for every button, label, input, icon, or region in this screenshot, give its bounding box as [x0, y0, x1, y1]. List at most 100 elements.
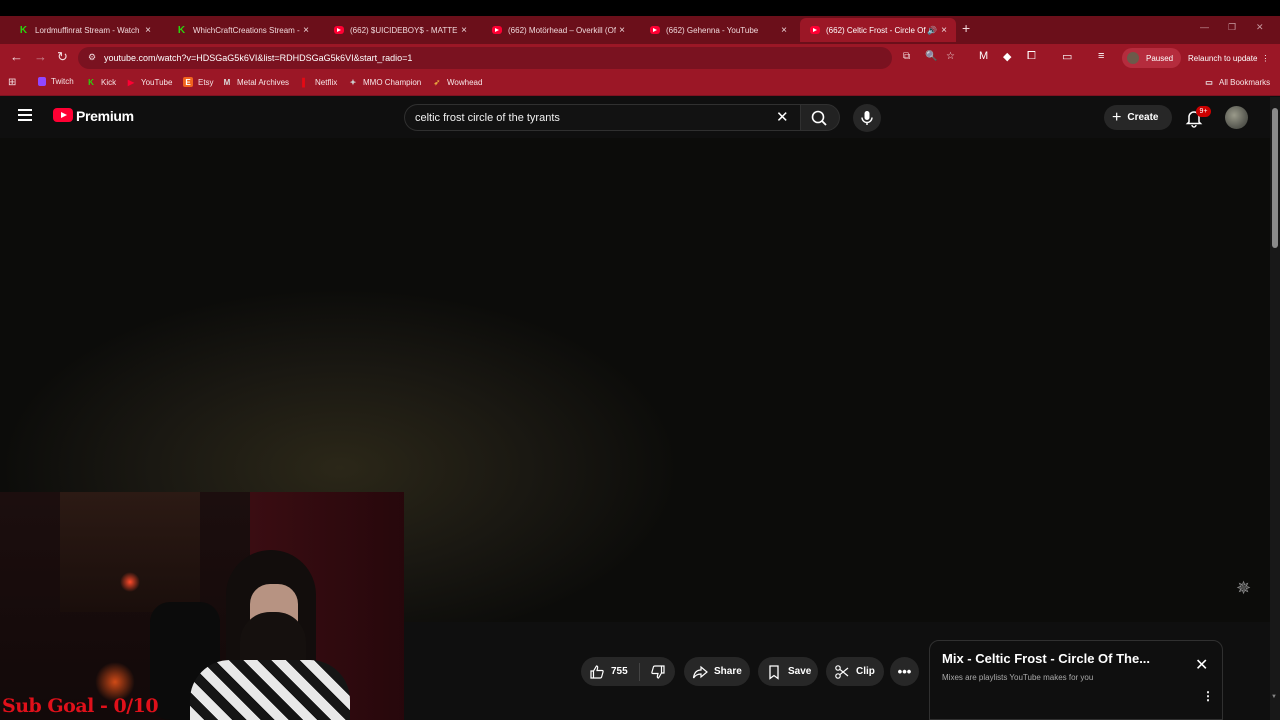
bookmark-etsy[interactable]: E Etsy [183, 77, 214, 87]
youtube-icon [650, 26, 660, 34]
scrollbar-thumb[interactable] [1272, 108, 1278, 248]
wowhead-icon: ➶ [433, 77, 441, 87]
youtube-icon [810, 26, 820, 34]
browser-tab[interactable]: (662) Gehenna - YouTube × [640, 18, 796, 42]
clip-label: Clip [856, 666, 875, 677]
speaker-icon[interactable]: 🔊 [926, 26, 938, 35]
browser-tab[interactable]: (662) $UICIDEBOY$ - MATTE BL × [324, 18, 476, 42]
background-shelf [60, 492, 200, 612]
youtube-logo-icon[interactable] [53, 108, 73, 122]
mix-title[interactable]: Mix - Celtic Frost - Circle Of The... [942, 651, 1150, 666]
metal-archives-icon: M [223, 77, 231, 87]
profile-button[interactable]: Paused [1122, 48, 1182, 68]
mix-more-icon[interactable]: ⋮ [1202, 689, 1214, 703]
new-tab-icon[interactable]: + [962, 20, 970, 36]
clip-button[interactable]: Clip [826, 657, 884, 686]
address-bar[interactable]: ⚙ youtube.com/watch?v=HDSGaG5k6VI&list=R… [78, 47, 892, 69]
relaunch-button[interactable]: Relaunch to update ⋮ [1182, 48, 1275, 68]
bookmark-twitch[interactable]: Twitch [38, 77, 74, 86]
minimize-icon[interactable]: — [1200, 22, 1209, 32]
search-input[interactable]: celtic frost circle of the tyrants [404, 104, 800, 131]
tab-title: (662) Gehenna - YouTube [666, 25, 759, 35]
bookmark-netflix[interactable]: ▌ Netflix [300, 77, 337, 87]
search-button[interactable] [800, 104, 840, 131]
menu-hamburger-icon[interactable] [18, 109, 32, 121]
install-app-icon[interactable]: ⧉ [903, 51, 910, 62]
all-bookmarks-button[interactable]: ▭ All Bookmarks [1204, 77, 1270, 87]
reload-icon[interactable]: ↻ [57, 49, 68, 65]
netflix-icon: ▌ [302, 77, 308, 87]
bookmark-youtube[interactable]: ▶ YouTube [126, 77, 173, 87]
zoom-icon[interactable]: 🔍 [925, 51, 937, 62]
bookmark-wowhead[interactable]: ➶ Wowhead [432, 77, 483, 87]
mix-subtitle: Mixes are playlists YouTube makes for yo… [942, 673, 1094, 682]
bookmark-kick[interactable]: K Kick [86, 77, 116, 87]
tab-title: (662) Motörhead – Overkill (Off [508, 25, 616, 35]
bookmark-icon [769, 664, 779, 680]
close-window-icon[interactable]: ✕ [1256, 22, 1264, 33]
close-tab-icon[interactable]: × [616, 25, 628, 36]
maximize-icon[interactable]: ❐ [1228, 22, 1236, 33]
scroll-down-icon[interactable]: ▼ [1271, 694, 1277, 700]
close-tab-icon[interactable]: × [300, 25, 312, 36]
bookmark-star-icon[interactable]: ☆ [946, 51, 955, 62]
create-label: Create [1127, 112, 1159, 123]
back-icon[interactable]: ← [10, 49, 23, 64]
extension-diamond-icon[interactable]: ◆ [1003, 50, 1011, 63]
extensions-puzzle-icon[interactable]: ⧠ [1027, 50, 1036, 63]
create-button[interactable]: + Create [1104, 105, 1172, 130]
sub-goal-text: Sub Goal - 0/10 [2, 695, 159, 717]
youtube-icon [492, 26, 502, 34]
tab-search-icon[interactable]: ▭ [1062, 50, 1072, 63]
search-icon [811, 110, 827, 126]
relaunch-label: Relaunch to update [1188, 53, 1258, 63]
close-mix-icon[interactable]: ✕ [1195, 655, 1208, 675]
more-horizontal-icon: ••• [897, 664, 912, 679]
browser-tab[interactable]: K WhichCraftCreations Stream - V × [166, 18, 318, 42]
thumbs-down-icon [651, 664, 665, 679]
browser-tab[interactable]: K Lordmuffinrat Stream - Watch I × [8, 18, 160, 42]
apps-grid-icon[interactable]: ⊞ [8, 77, 16, 88]
extension-m-icon[interactable]: M [979, 50, 988, 62]
more-vert-icon: ⋮ [1261, 53, 1270, 63]
share-button[interactable]: Share [684, 657, 750, 686]
etsy-icon: E [183, 77, 193, 87]
bookmark-label: Kick [101, 77, 117, 87]
youtube-icon: ▶ [127, 77, 135, 87]
voice-search-button[interactable] [853, 104, 881, 132]
tab-title: (662) Celtic Frost - Circle Of [826, 25, 926, 35]
window-titlebar [0, 0, 1280, 16]
like-button[interactable]: 755 [581, 664, 639, 680]
bookmark-metal-archives[interactable]: M Metal Archives [222, 77, 289, 87]
close-tab-icon[interactable]: × [142, 25, 154, 36]
account-avatar[interactable] [1225, 106, 1248, 129]
clear-search-icon[interactable]: ✕ [776, 108, 789, 126]
site-info-icon[interactable]: ⚙ [88, 52, 96, 63]
red-light [120, 572, 140, 592]
tab-title: Lordmuffinrat Stream - Watch I [35, 25, 142, 35]
close-tab-icon[interactable]: × [778, 25, 790, 36]
bookmark-mmo-champion[interactable]: ✦ MMO Champion [348, 77, 422, 87]
forward-icon[interactable]: → [34, 49, 47, 64]
reading-list-icon[interactable]: ≡ [1098, 50, 1104, 62]
youtube-premium-logo[interactable]: Premium [76, 108, 134, 124]
mix-playlist-panel[interactable]: Mix - Celtic Frost - Circle Of The... Mi… [929, 640, 1223, 720]
profile-avatar [1127, 52, 1139, 64]
all-bookmarks-label: All Bookmarks [1219, 77, 1271, 87]
browser-tab-active[interactable]: (662) Celtic Frost - Circle Of 🔊 × [800, 18, 956, 42]
bookmark-label: Netflix [315, 77, 338, 87]
bookmark-label: Etsy [198, 77, 214, 87]
thumbs-up-icon [590, 664, 604, 679]
streamer-shirt [190, 660, 350, 720]
share-label: Share [714, 666, 742, 677]
webcam-overlay [0, 492, 404, 720]
save-button[interactable]: Save [758, 657, 818, 686]
browser-tab[interactable]: (662) Motörhead – Overkill (Off × [482, 18, 634, 42]
channel-watermark-icon[interactable]: ✵ [1236, 578, 1251, 599]
close-tab-icon[interactable]: × [938, 25, 950, 36]
more-actions-button[interactable]: ••• [890, 657, 919, 686]
dislike-button[interactable] [640, 664, 672, 680]
bookmark-label: Twitch [51, 77, 74, 86]
close-tab-icon[interactable]: × [458, 25, 470, 36]
twitch-icon [38, 77, 46, 86]
